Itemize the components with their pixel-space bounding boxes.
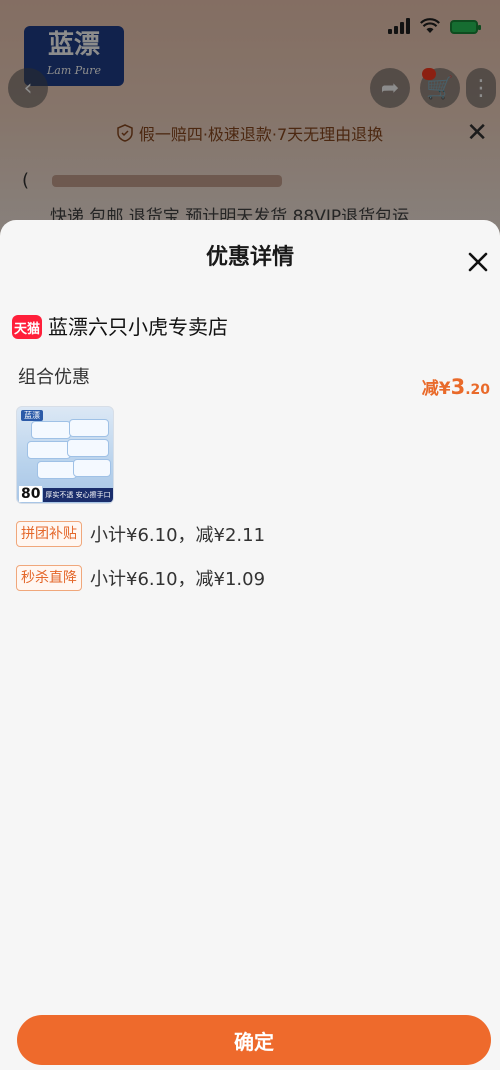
combo-discount-label: 组合优惠	[18, 367, 90, 388]
tmall-badge: 天猫	[12, 315, 42, 339]
total-discount: 减¥3.20	[422, 374, 490, 399]
confirm-button[interactable]: 确定	[17, 1015, 491, 1065]
thumb-strip-text: 厚实不透 安心擦手口	[43, 488, 113, 502]
promo-row: 秒杀直降 小计¥6.10，减¥1.09	[16, 565, 265, 591]
discount-decimal: .20	[465, 382, 490, 398]
promo-tag: 拼团补贴	[16, 521, 82, 547]
discount-details-sheet: 优惠详情 天猫 蓝漂六只小虎专卖店 组合优惠 减¥3.20 蓝漂 80 厚实不透…	[0, 220, 500, 1070]
discount-integer: 3	[450, 375, 466, 399]
store-name: 蓝漂六只小虎专卖店	[48, 315, 228, 339]
product-thumbnail[interactable]: 蓝漂 80 厚实不透 安心擦手口	[16, 406, 114, 504]
promo-row: 拼团补贴 小计¥6.10，减¥2.11	[16, 521, 265, 547]
sheet-title: 优惠详情	[205, 245, 294, 270]
promo-tag: 秒杀直降	[16, 565, 82, 591]
promo-detail: 小计¥6.10，减¥1.09	[90, 569, 266, 590]
thumb-brand-logo: 蓝漂	[21, 410, 43, 421]
thumb-count: 80	[19, 486, 43, 502]
promo-detail: 小计¥6.10，减¥2.11	[90, 525, 266, 546]
store-row[interactable]: 天猫 蓝漂六只小虎专卖店	[12, 315, 228, 339]
discount-prefix: 减¥	[421, 379, 451, 399]
close-icon[interactable]	[466, 250, 490, 274]
